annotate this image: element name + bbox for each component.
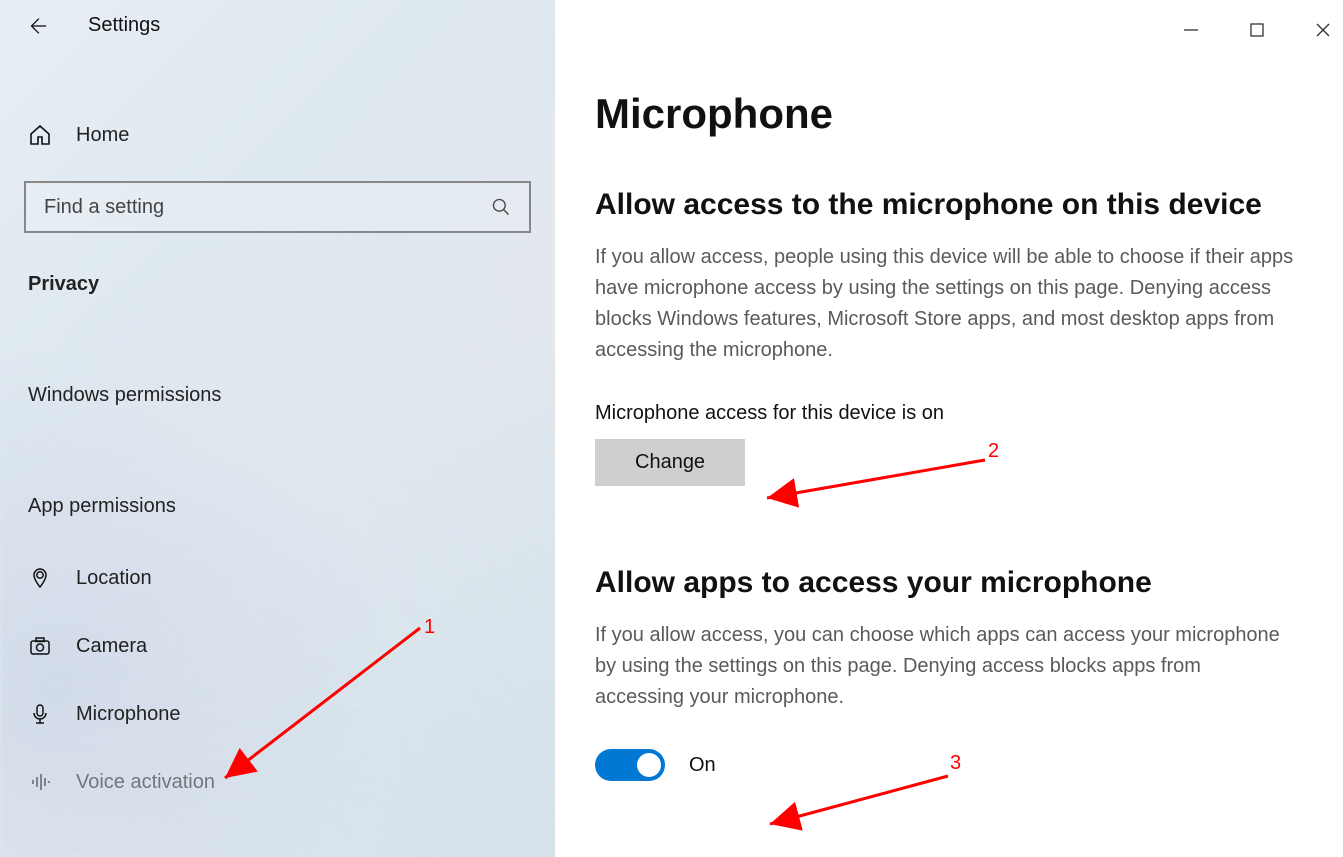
home-icon [28, 123, 52, 147]
section-body-device-access: If you allow access, people using this d… [595, 242, 1295, 366]
section-heading-apps-access: Allow apps to access your microphone [595, 566, 1343, 600]
window-minimize-button[interactable] [1177, 16, 1205, 44]
sidebar-section-privacy[interactable]: Privacy [0, 265, 555, 304]
location-icon [28, 566, 52, 590]
main-content: Microphone Allow access to the microphon… [555, 0, 1343, 857]
toggle-knob [637, 753, 661, 777]
sidebar-item-label: Location [76, 567, 152, 590]
sidebar-item-voice-activation[interactable]: Voice activation [0, 748, 555, 794]
search-container [24, 181, 531, 233]
device-access-status: Microphone access for this device is on [595, 402, 1343, 425]
search-input[interactable] [44, 196, 491, 219]
sidebar-section-windows-permissions[interactable]: Windows permissions [0, 376, 555, 415]
sidebar-item-microphone[interactable]: Microphone [0, 680, 555, 748]
sidebar-item-label: Camera [76, 635, 147, 658]
window-close-button[interactable] [1309, 16, 1337, 44]
close-icon [1315, 22, 1331, 38]
sidebar-item-label: Microphone [76, 703, 181, 726]
sidebar-item-camera[interactable]: Camera [0, 612, 555, 680]
voice-icon [28, 770, 52, 794]
camera-icon [28, 634, 52, 658]
back-button[interactable] [26, 15, 48, 37]
sidebar-section-app-permissions: App permissions [0, 487, 555, 526]
page-title: Microphone [595, 90, 1343, 138]
sidebar-item-label: Home [76, 124, 129, 147]
minimize-icon [1183, 22, 1199, 38]
section-body-apps-access: If you allow access, you can choose whic… [595, 620, 1295, 713]
sidebar-item-label: Voice activation [76, 771, 215, 794]
maximize-icon [1249, 22, 1265, 38]
toggle-label: On [689, 754, 716, 777]
search-icon [491, 197, 511, 217]
search-box[interactable] [24, 181, 531, 233]
section-heading-device-access: Allow access to the microphone on this d… [595, 188, 1343, 222]
window-maximize-button[interactable] [1243, 16, 1271, 44]
app-title: Settings [88, 14, 160, 37]
sidebar: Settings Home Privacy Windows permission [0, 0, 555, 857]
change-button[interactable]: Change [595, 439, 745, 486]
arrow-left-icon [26, 15, 48, 37]
apps-access-toggle[interactable] [595, 749, 665, 781]
sidebar-item-location[interactable]: Location [0, 544, 555, 612]
sidebar-item-home[interactable]: Home [0, 109, 555, 161]
microphone-icon [28, 702, 52, 726]
